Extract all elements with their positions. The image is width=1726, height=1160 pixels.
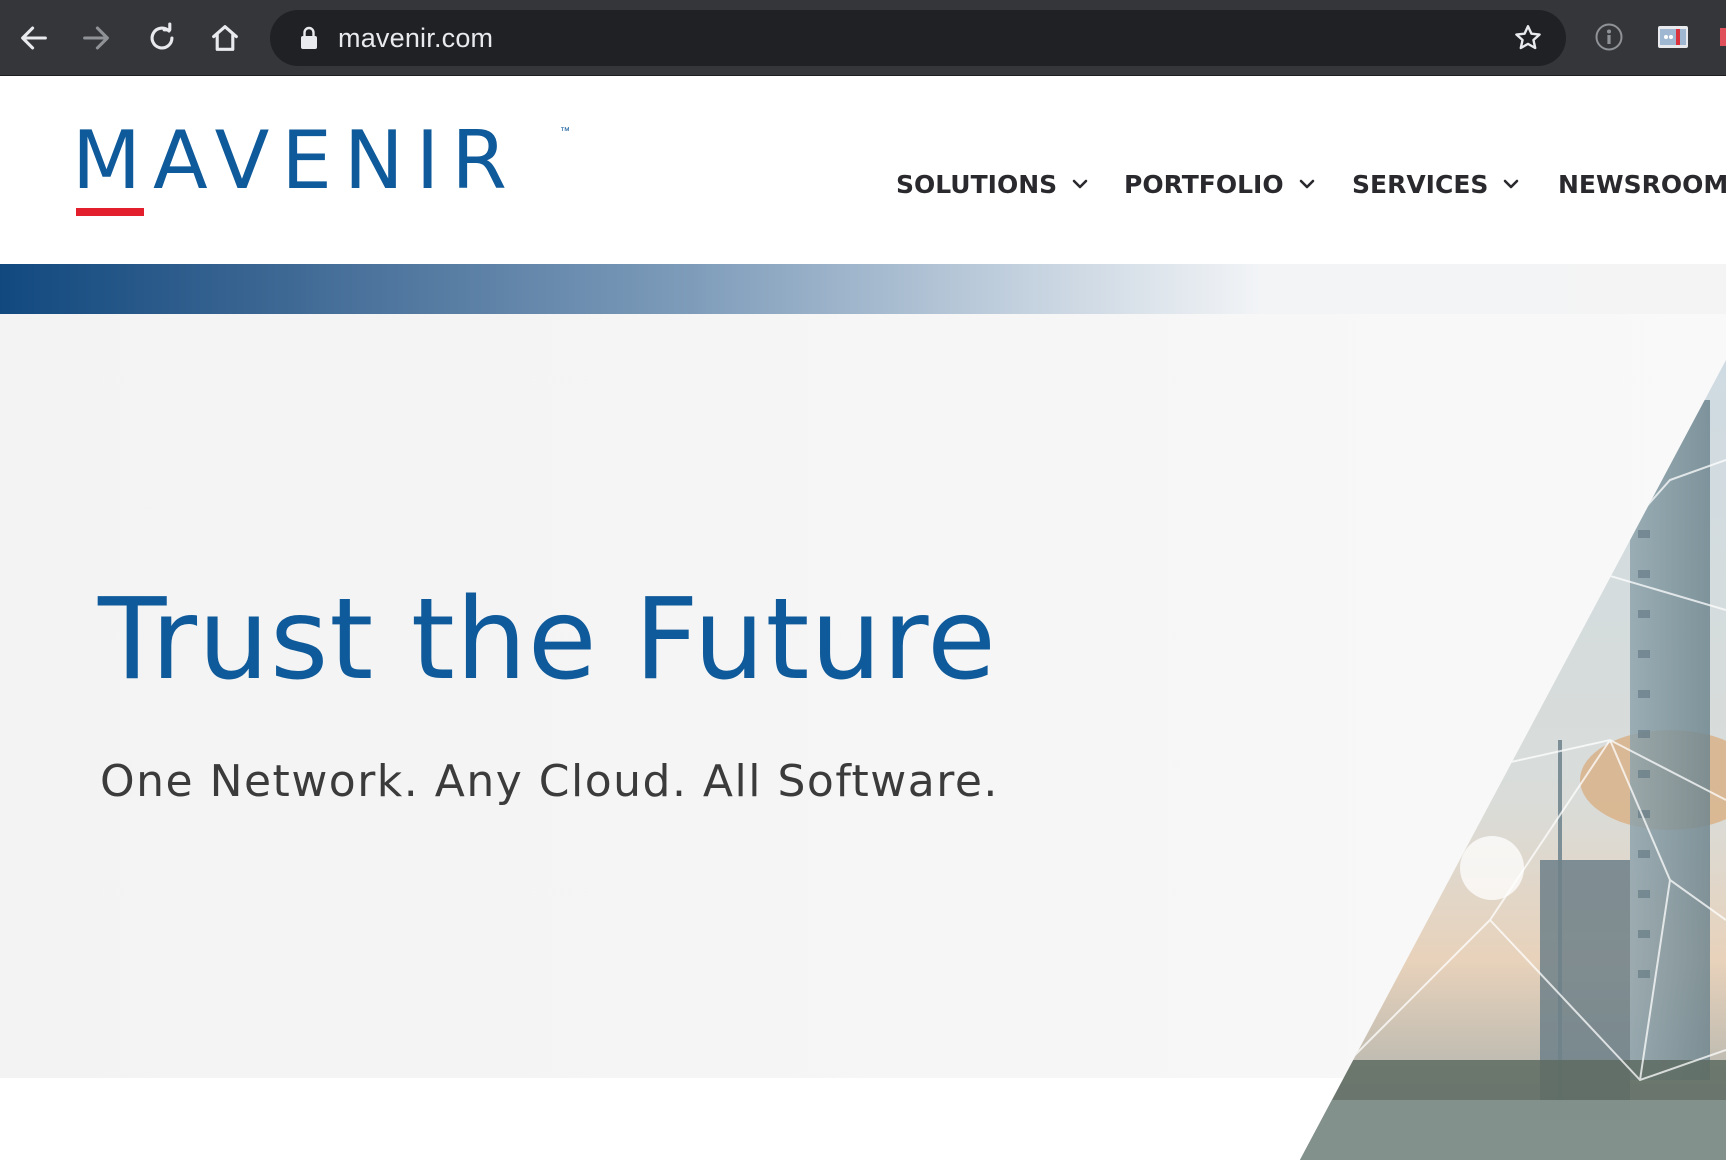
back-button[interactable] [10,14,58,62]
nav-portfolio[interactable]: PORTFOLIO [1124,164,1316,204]
logo-text: MAVENIR [72,114,519,207]
nav-services-label: SERVICES [1352,169,1489,199]
home-button[interactable] [201,14,249,62]
header-gradient-band [0,264,1726,314]
chevron-down-icon [1502,178,1520,190]
arrow-left-icon [21,26,47,50]
logo-accent-bar [76,208,144,216]
home-icon [212,25,238,51]
nav-newsroom-label: NEWSROOM [1558,169,1726,199]
chevron-down-icon [1071,178,1089,190]
logo-trademark: ™ [560,126,570,137]
hero-subtitle: One Network. Any Cloud. All Software. [100,756,999,807]
nav-newsroom[interactable]: NEWSROOM [1558,164,1726,204]
site-header: MAVENIR ™ SOLUTIONS PORTFOLIO SERVICES N… [0,76,1726,264]
address-bar[interactable]: mavenir.com [270,10,1566,66]
lock-icon[interactable] [298,25,320,51]
url-text[interactable]: mavenir.com [338,10,493,66]
star-icon[interactable] [1512,22,1544,54]
nav-services[interactable]: SERVICES [1352,164,1520,204]
browser-toolbar: mavenir.com [0,0,1726,76]
extension-edge[interactable] [1720,28,1726,46]
mavenir-logo[interactable]: MAVENIR ™ [72,116,570,216]
nav-solutions-label: SOLUTIONS [896,169,1058,199]
forward-button[interactable] [72,14,120,62]
info-icon[interactable] [1594,22,1624,52]
nav-solutions[interactable]: SOLUTIONS [896,164,1089,204]
hero-title: Trust the Future [98,575,997,705]
flag-icon[interactable] [1658,26,1688,48]
reload-button[interactable] [138,14,186,62]
arrow-right-icon [83,26,109,50]
nav-portfolio-label: PORTFOLIO [1124,169,1284,199]
chevron-down-icon [1298,178,1316,190]
reload-icon [150,22,174,50]
hero-city-image [1300,360,1726,1160]
